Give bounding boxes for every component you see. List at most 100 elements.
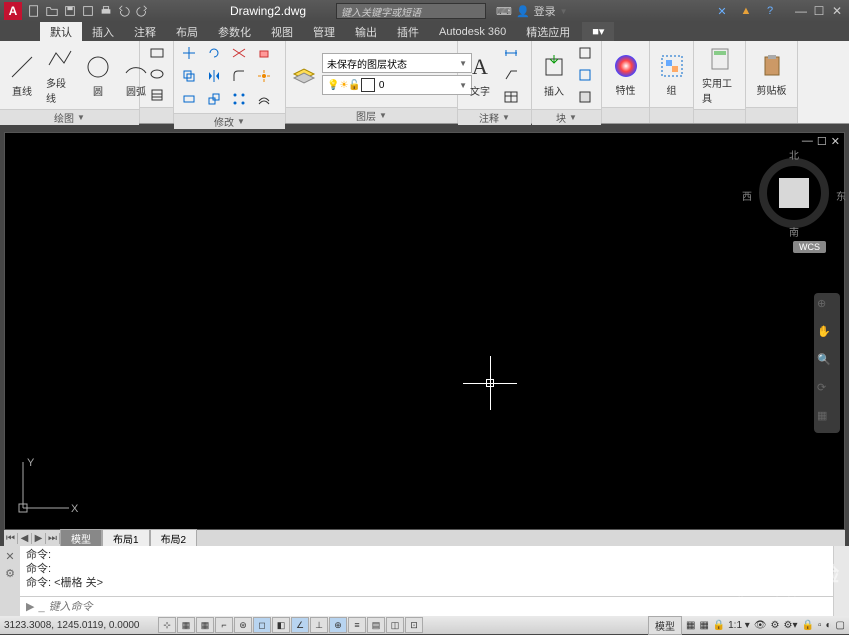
ducs-button[interactable]: ⊥	[310, 617, 328, 633]
tab-layout2[interactable]: 布局2	[150, 529, 198, 548]
otrack-button[interactable]: ∠	[291, 617, 309, 633]
viewcube-north[interactable]: 北	[789, 147, 799, 162]
viewcube-south[interactable]: 南	[789, 224, 799, 239]
zoom-icon[interactable]: 🔍	[817, 353, 837, 373]
offset-icon[interactable]	[253, 89, 275, 109]
tab-layout[interactable]: 布局	[166, 22, 208, 41]
fullnav-icon[interactable]: ⊕	[817, 297, 837, 317]
isolate-icon[interactable]: ◐	[826, 620, 832, 631]
tab-insert[interactable]: 插入	[82, 22, 124, 41]
infer-button[interactable]: ⊹	[158, 617, 176, 633]
annovis-icon[interactable]: 👁	[754, 620, 767, 631]
polar-button[interactable]: ⊛	[234, 617, 252, 633]
help-search-input[interactable]: 键入关键字或短语	[336, 3, 486, 19]
scale-icon[interactable]	[203, 89, 225, 109]
first-tab-button[interactable]: ⏮	[4, 533, 18, 544]
login-area[interactable]: ⌨ 👤 登录 ▼	[496, 3, 568, 19]
block-attr-icon[interactable]	[574, 87, 596, 107]
lwt-button[interactable]: ≡	[348, 617, 366, 633]
redo-icon[interactable]	[134, 3, 150, 19]
viewcube[interactable]: 北 南 东 西	[754, 153, 834, 233]
clean-screen-icon[interactable]: ▢	[836, 620, 845, 631]
command-input[interactable]	[49, 601, 827, 613]
fillet-icon[interactable]	[228, 66, 250, 86]
showmotion-icon[interactable]: ▦	[817, 409, 837, 429]
tab-model[interactable]: 模型	[60, 529, 102, 548]
next-tab-button[interactable]: ▶	[32, 533, 46, 544]
text-button[interactable]: A文字	[462, 51, 498, 100]
saveas-icon[interactable]	[80, 3, 96, 19]
save-icon[interactable]	[62, 3, 78, 19]
tpy-button[interactable]: ▤	[367, 617, 385, 633]
viewcube-face[interactable]	[779, 178, 809, 208]
undo-icon[interactable]	[116, 3, 132, 19]
annoscale-button[interactable]: 🔒 1:1 ▾	[713, 620, 750, 631]
close-cmd-icon[interactable]: ✕	[5, 550, 14, 563]
osnap-button[interactable]: ◻	[253, 617, 271, 633]
leader-icon[interactable]	[500, 65, 522, 85]
hardware-accel-icon[interactable]: ▫	[818, 620, 822, 631]
edit-block-icon[interactable]	[574, 65, 596, 85]
quickview-drawings-icon[interactable]: ▦	[699, 620, 708, 631]
3dosnap-button[interactable]: ◧	[272, 617, 290, 633]
circle-button[interactable]: 圆	[80, 51, 116, 100]
print-icon[interactable]	[98, 3, 114, 19]
doc-minimize-button[interactable]: —	[802, 135, 813, 148]
tab-featured[interactable]: 精选应用	[516, 22, 580, 41]
layer-properties-button[interactable]	[290, 60, 318, 88]
doc-close-button[interactable]: ✕	[831, 135, 840, 148]
help-icon[interactable]: ?	[761, 2, 779, 20]
layer-state-combo[interactable]: 未保存的图层状态▼	[322, 53, 472, 73]
tab-extra[interactable]: ■▾	[582, 22, 614, 41]
array-icon[interactable]	[228, 89, 250, 109]
model-space-button[interactable]: 模型	[648, 616, 682, 635]
exchange-icon[interactable]: ✕	[713, 2, 731, 20]
tab-addins[interactable]: 插件	[387, 22, 429, 41]
dyn-button[interactable]: ⊕	[329, 617, 347, 633]
snap-button[interactable]: ▦	[177, 617, 195, 633]
open-icon[interactable]	[44, 3, 60, 19]
command-scrollbar[interactable]	[833, 546, 849, 616]
close-button[interactable]: ✕	[829, 4, 845, 18]
rotate-icon[interactable]	[203, 43, 225, 63]
chevron-down-icon[interactable]: ▼	[237, 117, 245, 126]
hatch-icon[interactable]	[146, 85, 168, 105]
pan-icon[interactable]: ✋	[817, 325, 837, 345]
drawing-area[interactable]: — ☐ ✕ 北 南 东 西 WCS ⊕ ✋ 🔍 ⟳ ▦ Y X	[4, 132, 845, 530]
workspace-icon[interactable]: ⚙▾	[784, 620, 798, 631]
chevron-down-icon[interactable]: ▼	[569, 113, 577, 122]
tab-output[interactable]: 输出	[345, 22, 387, 41]
ortho-button[interactable]: ⌐	[215, 617, 233, 633]
tab-parametric[interactable]: 参数化	[208, 22, 261, 41]
tab-manage[interactable]: 管理	[303, 22, 345, 41]
tab-default[interactable]: 默认	[40, 22, 82, 41]
rectangle-icon[interactable]	[146, 43, 168, 63]
move-icon[interactable]	[178, 43, 200, 63]
doc-maximize-button[interactable]: ☐	[817, 135, 827, 148]
utilities-button[interactable]: 实用工具	[698, 43, 741, 107]
stretch-icon[interactable]	[178, 89, 200, 109]
tab-layout1[interactable]: 布局1	[102, 529, 150, 548]
copy-icon[interactable]	[178, 66, 200, 86]
clipboard-button[interactable]: 剪贴板	[753, 50, 791, 99]
group-button[interactable]: 组	[654, 50, 690, 99]
tab-annotate[interactable]: 注释	[124, 22, 166, 41]
quickview-layouts-icon[interactable]: ▦	[686, 620, 695, 631]
mirror-icon[interactable]	[203, 66, 225, 86]
properties-button[interactable]: 特性	[608, 50, 644, 99]
coordinates-readout[interactable]: 3123.3008, 1245.0119, 0.0000	[4, 620, 154, 631]
viewcube-east[interactable]: 东	[836, 188, 846, 203]
toolbar-lock-icon[interactable]: 🔒	[802, 620, 814, 631]
viewcube-west[interactable]: 西	[742, 188, 752, 203]
minimize-button[interactable]: —	[793, 4, 809, 18]
last-tab-button[interactable]: ⏭	[46, 533, 60, 544]
sc-button[interactable]: ⊡	[405, 617, 423, 633]
chevron-down-icon[interactable]: ▼	[379, 111, 387, 120]
new-icon[interactable]	[26, 3, 42, 19]
autodesk-icon[interactable]: ▲	[737, 2, 755, 20]
chevron-down-icon[interactable]: ▼	[77, 113, 85, 122]
table-icon[interactable]	[500, 87, 522, 107]
grid-button[interactable]: ▦	[196, 617, 214, 633]
wcs-badge[interactable]: WCS	[793, 241, 826, 253]
erase-icon[interactable]	[253, 43, 275, 63]
